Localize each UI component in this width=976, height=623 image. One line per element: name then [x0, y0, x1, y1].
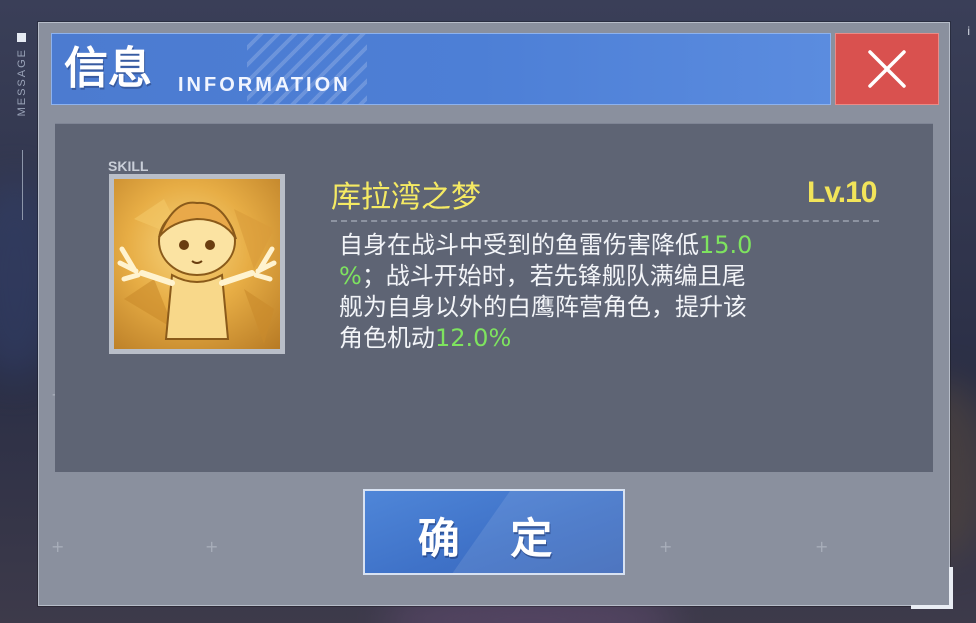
side-indicator-line	[22, 150, 23, 220]
description-line: 自身在战斗中受到的鱼雷伤害降低15.0	[339, 230, 859, 261]
confirm-button-label: 确 定	[417, 514, 571, 563]
side-indicator-dot	[17, 33, 26, 42]
skill-divider	[331, 220, 879, 222]
description-text: 自身在战斗中受到的鱼雷伤害降低	[339, 231, 699, 259]
description-text: ；战斗开始时，若先锋舰队满编且尾	[361, 262, 746, 290]
grid-plus-mark: +	[205, 537, 219, 556]
confirm-button[interactable]: 确 定	[363, 489, 625, 575]
skill-tag: SKILL	[105, 158, 152, 174]
grid-plus-mark: +	[51, 537, 65, 556]
description-highlight: %	[339, 262, 362, 290]
dialog-corner-accent	[911, 567, 953, 609]
skill-portrait-icon	[109, 174, 285, 354]
skill-description: 自身在战斗中受到的鱼雷伤害降低15.0 %；战斗开始时，若先锋舰队满编且尾 舰为…	[339, 230, 859, 354]
skill-level: Lv.10	[807, 176, 877, 209]
description-highlight: 15.0	[699, 231, 753, 259]
side-message-label: MESSAGE	[16, 48, 28, 117]
description-text: 角色机动	[339, 324, 435, 352]
skill-info-panel: SKILL 库拉湾之梦 Lv.10 自身在战斗中受到的鱼雷伤害降低15.0 %；…	[55, 123, 933, 472]
description-line: 角色机动12.0%	[339, 323, 859, 354]
dialog-subtitle: INFORMATION	[178, 74, 351, 96]
skill-frame: SKILL	[101, 158, 289, 362]
dialog-header: 信息 INFORMATION	[51, 33, 831, 105]
description-highlight: 12.0%	[435, 324, 512, 352]
information-dialog: + + + + + + + + + 信息 INFORMATION	[38, 22, 953, 609]
game-screen: MESSAGE i + + + + + + + + + 信息 INFORMATI…	[0, 0, 976, 623]
description-line: 舰为自身以外的白鹰阵营角色，提升该	[339, 292, 859, 323]
corner-mark: i	[967, 24, 970, 38]
skill-name: 库拉湾之梦	[331, 180, 481, 215]
grid-plus-mark: +	[659, 537, 673, 556]
description-line: %；战斗开始时，若先锋舰队满编且尾	[339, 261, 859, 292]
close-x-icon	[868, 50, 906, 88]
skill-portrait-art	[117, 199, 277, 344]
close-button[interactable]	[835, 33, 939, 105]
grid-plus-mark: +	[815, 537, 829, 556]
description-text: 舰为自身以外的白鹰阵营角色，提升该	[339, 293, 747, 321]
dialog-title: 信息	[64, 43, 152, 94]
